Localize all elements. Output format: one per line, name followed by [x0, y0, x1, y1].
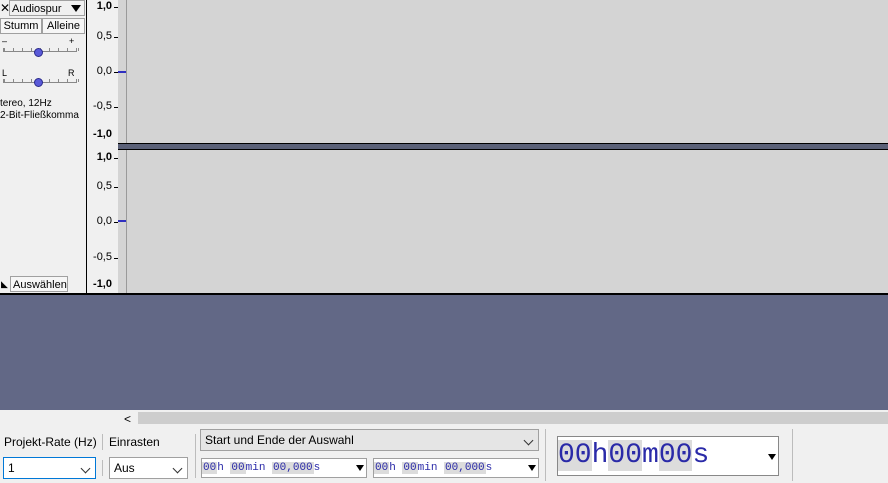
edit-cursor [126, 150, 127, 293]
ruler-label: -1,0 [93, 278, 112, 290]
ruler-label: 0,5 [96, 180, 112, 192]
select-track-button[interactable]: Auswählen [10, 276, 68, 292]
chevron-down-icon [172, 463, 183, 474]
scroll-left-icon[interactable]: < [124, 412, 131, 426]
time-seconds-unit: s [692, 440, 710, 471]
selection-end-time[interactable]: 00h 00min 00,000s [373, 458, 539, 478]
time-hours-unit: h [389, 462, 396, 474]
ruler-label: -1,0 [93, 128, 112, 140]
waveform-channel-right[interactable] [118, 150, 888, 293]
dropdown-arrow-icon [71, 5, 81, 12]
audio-position-display[interactable]: 00h00m00s [557, 436, 779, 476]
scrollbar-track[interactable] [138, 412, 888, 424]
chevron-down-icon [523, 435, 534, 446]
gain-slider-knob[interactable] [34, 48, 43, 57]
snap-value: Aus [114, 461, 135, 475]
format-menu-icon[interactable] [768, 454, 776, 460]
channel-divider [118, 143, 888, 150]
time-minutes: 00 [230, 462, 246, 474]
separator [102, 434, 103, 450]
time-seconds: 00,000 [444, 462, 486, 474]
ruler-label: -0,5 [93, 251, 112, 263]
ruler-label: 1,0 [96, 0, 112, 12]
chevron-down-icon [80, 463, 91, 474]
selection-mode-value: Start und Ende der Auswahl [205, 433, 354, 447]
gain-minus-label: – [2, 36, 8, 46]
time-hours-unit: h [591, 440, 609, 471]
separator [792, 429, 793, 481]
ruler-label: 0,0 [96, 65, 112, 77]
time-hours-unit: h [217, 462, 224, 474]
track-format-line1: tereo, 12Hz [0, 98, 52, 109]
snap-combo[interactable]: Aus [109, 457, 188, 479]
format-menu-icon[interactable] [356, 465, 364, 471]
ruler-label: -0,5 [93, 100, 112, 112]
separator [195, 434, 196, 478]
time-minutes-unit: min [245, 462, 266, 474]
waveform-channel-left[interactable] [118, 0, 888, 143]
snap-label: Einrasten [109, 435, 160, 449]
empty-track-area[interactable] [0, 295, 888, 410]
separator [102, 460, 103, 476]
track-format-line2: 2-Bit-Fließkomma [0, 110, 79, 121]
ruler-label: 0,5 [96, 30, 112, 42]
ruler-label: 0,0 [96, 215, 112, 227]
project-rate-combo[interactable]: 1 [3, 457, 96, 479]
time-minutes: 00 [402, 462, 418, 474]
horizontal-scrollbar[interactable]: < [0, 410, 888, 427]
edit-cursor [126, 0, 127, 143]
pan-right-label: R [68, 68, 75, 78]
selection-start-time[interactable]: 00h 00min 00,000s [201, 458, 367, 478]
time-minutes: 00 [608, 440, 643, 471]
time-seconds: 00,000 [272, 462, 314, 474]
format-menu-icon[interactable] [528, 465, 536, 471]
pan-slider-knob[interactable] [34, 78, 43, 87]
time-seconds-unit: s [313, 462, 321, 474]
ruler-label: 1,0 [96, 151, 112, 163]
track-name-label: Audiospur [12, 3, 62, 15]
collapse-triangle-icon[interactable]: ◣ [1, 276, 8, 292]
time-hours: 00 [374, 462, 390, 474]
vertical-ruler: 1,0 0,5 0,0 -0,5 -1,0 1,0 0,5 0,0 -0,5 -… [86, 0, 118, 294]
track-control-panel: ✕ Audiospur Stumm Alleine – + L R tereo,… [0, 0, 86, 294]
solo-button[interactable]: Alleine [42, 18, 85, 34]
project-rate-label: Projekt-Rate (Hz) [4, 435, 97, 449]
close-track-icon[interactable]: ✕ [0, 0, 10, 16]
separator [545, 429, 546, 481]
time-hours: 00 [558, 440, 592, 471]
project-rate-value: 1 [8, 461, 15, 475]
time-seconds-unit: s [485, 462, 493, 474]
time-minutes-unit: min [417, 462, 438, 474]
sample-marker [118, 220, 126, 222]
time-hours: 00 [202, 462, 218, 474]
track-name-menu[interactable]: Audiospur [9, 0, 85, 16]
selection-mode-combo[interactable]: Start und Ende der Auswahl [200, 429, 539, 451]
select-track: ◣ Auswählen [0, 276, 86, 292]
sample-marker [118, 71, 126, 73]
pan-left-label: L [2, 68, 8, 78]
time-minutes-unit: m [642, 440, 659, 471]
time-seconds: 00 [658, 440, 693, 471]
gain-plus-label: + [69, 36, 75, 46]
mute-button[interactable]: Stumm [0, 18, 42, 34]
